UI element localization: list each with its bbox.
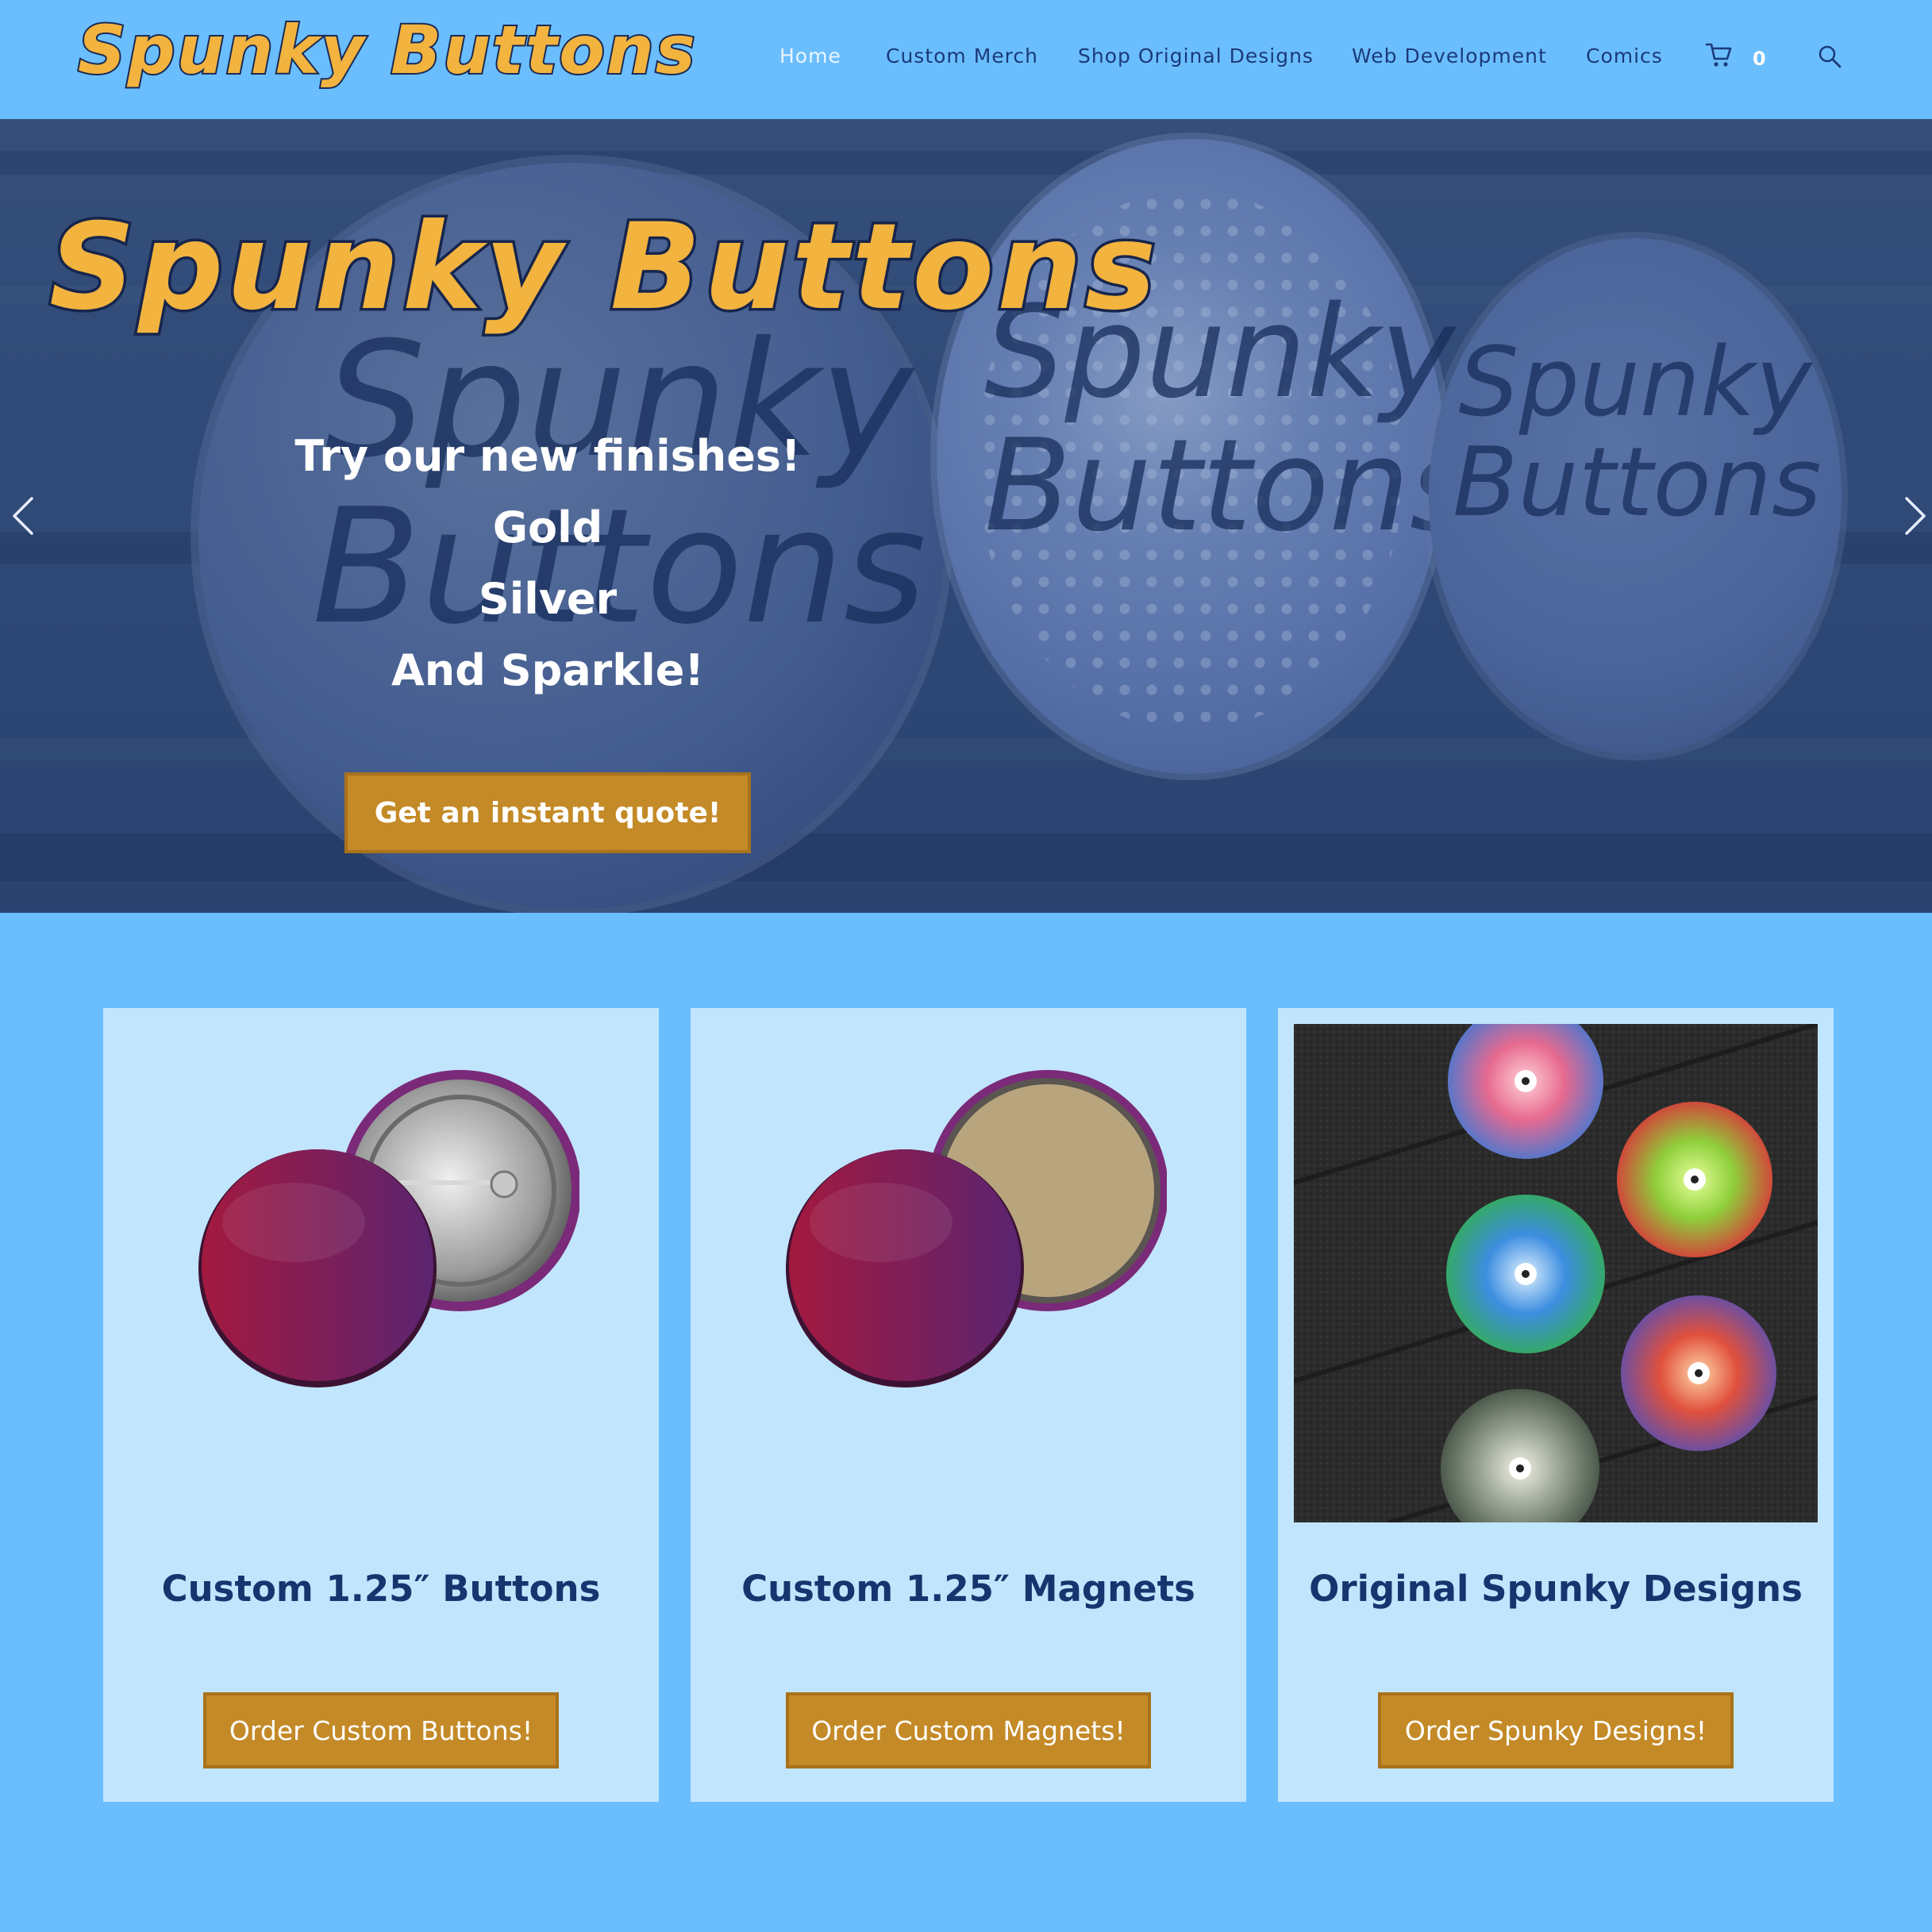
nav-item-shop-original-designs[interactable]: Shop Original Designs: [1078, 44, 1314, 67]
shopping-cart-icon: [1705, 43, 1732, 67]
order-custom-buttons-button[interactable]: Order Custom Buttons!: [203, 1692, 559, 1768]
card-title: Custom 1.25″ Magnets: [741, 1568, 1195, 1610]
product-card-buttons: Custom 1.25″ Buttons Order Custom Button…: [103, 1008, 659, 1802]
hero-logo: Spunky Buttons: [46, 196, 1160, 340]
card-title: Original Spunky Designs: [1309, 1568, 1803, 1610]
order-custom-magnets-button[interactable]: Order Custom Magnets!: [786, 1692, 1151, 1768]
site-header: Spunky Buttons Home Custom Merch Shop Or…: [0, 0, 1932, 119]
nav-item-home[interactable]: Home: [779, 44, 841, 67]
eye-design-buttons-photo: [1294, 1024, 1818, 1522]
magnet-button-photo: [786, 1070, 1167, 1387]
hero-line: Try our new finishes!: [294, 431, 801, 481]
main-nav: Home Custom Merch Shop Original Designs …: [0, 44, 1932, 76]
product-card-original-designs: Original Spunky Designs Order Spunky Des…: [1278, 1008, 1834, 1802]
product-card-magnets: Custom 1.25″ Magnets Order Custom Magnet…: [691, 1008, 1246, 1802]
order-spunky-designs-button[interactable]: Order Spunky Designs!: [1378, 1692, 1734, 1768]
nav-item-web-development[interactable]: Web Development: [1352, 44, 1547, 67]
chevron-right-icon[interactable]: [1899, 492, 1930, 540]
hero-caption: Try our new finishes! Gold Silver And Sp…: [270, 421, 826, 706]
cart-count-badge: 0: [1753, 48, 1766, 70]
hero-slider: Spunky Buttons Spunky Buttons Spunky Button…: [0, 119, 1932, 913]
nav-item-custom-merch[interactable]: Custom Merch: [886, 44, 1038, 67]
search-icon[interactable]: [1816, 43, 1843, 70]
card-title: Custom 1.25″ Buttons: [161, 1568, 601, 1610]
hero-line: And Sparkle!: [391, 645, 704, 695]
chevron-left-icon[interactable]: [8, 492, 40, 540]
cart-button[interactable]: 0: [1705, 38, 1768, 70]
hero-line: Gold: [492, 502, 603, 552]
hero-line: Silver: [478, 574, 618, 624]
pin-button-photo: [198, 1070, 579, 1387]
instant-quote-button[interactable]: Get an instant quote!: [344, 772, 751, 853]
nav-item-comics[interactable]: Comics: [1586, 44, 1663, 67]
